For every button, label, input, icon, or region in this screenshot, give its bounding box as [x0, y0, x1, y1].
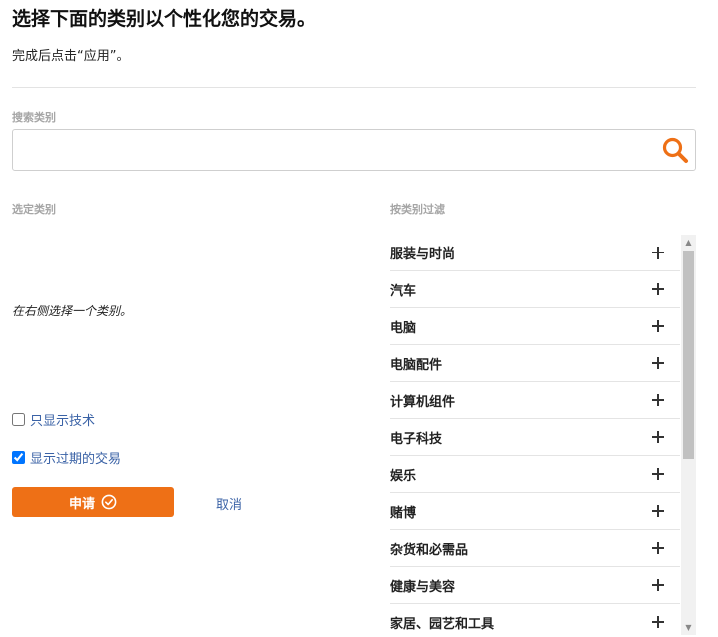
plus-icon[interactable] — [652, 431, 664, 443]
category-item-health-beauty[interactable]: 健康与美容 — [390, 567, 680, 604]
category-item-gambling[interactable]: 赌博 — [390, 493, 680, 530]
category-label: 杂货和必需品 — [390, 542, 469, 558]
category-item-computer-components[interactable]: 计算机组件 — [390, 382, 680, 419]
check-circle-icon — [101, 494, 117, 510]
apply-button-label: 申请 — [68, 496, 95, 512]
scroll-down-icon[interactable]: ▼ — [681, 620, 696, 635]
page-subtitle: 完成后点击“应用”。 — [12, 49, 130, 64]
category-label: 服装与时尚 — [390, 247, 456, 262]
plus-icon[interactable] — [652, 320, 664, 332]
page-title: 选择下面的类别以个性化您的交易。 — [12, 8, 317, 30]
plus-icon[interactable] — [652, 542, 664, 554]
selected-empty-message: 在右侧选择一个类别。 — [12, 304, 133, 318]
tech-only-option[interactable]: 只显示技术 — [12, 410, 95, 429]
plus-icon[interactable] — [652, 505, 664, 517]
cancel-button[interactable]: 取消 — [216, 494, 242, 513]
category-label: 娱乐 — [390, 468, 417, 484]
scroll-up-icon[interactable]: ▲ — [681, 235, 696, 250]
apply-button[interactable]: 申请 — [12, 487, 174, 517]
plus-icon[interactable] — [652, 246, 664, 259]
category-label: 电脑 — [390, 320, 417, 336]
selected-categories-label: 选定类别 — [12, 203, 56, 216]
category-item-automotive[interactable]: 汽车 — [390, 271, 680, 308]
category-label: 健康与美容 — [390, 579, 456, 595]
search-input[interactable] — [13, 130, 653, 170]
category-list: 服装与时尚 汽车 电脑 电脑配件 计算机组件 电子科技 娱乐 赌博 杂货和必需品… — [390, 235, 680, 637]
category-item-electronics[interactable]: 电子科技 — [390, 419, 680, 456]
category-label: 家居、园艺和工具 — [390, 616, 495, 632]
category-label: 电脑配件 — [390, 357, 443, 373]
plus-icon[interactable] — [652, 357, 664, 369]
search-icon[interactable] — [661, 136, 689, 164]
scrollbar-thumb[interactable] — [683, 251, 694, 459]
show-expired-label[interactable]: 显示过期的交易 — [30, 448, 121, 467]
category-list-scrollbar[interactable]: ▲ ▼ — [681, 235, 696, 635]
tech-only-checkbox[interactable] — [12, 412, 25, 426]
show-expired-checkbox[interactable] — [12, 450, 25, 464]
tech-only-label[interactable]: 只显示技术 — [30, 410, 95, 429]
show-expired-option[interactable]: 显示过期的交易 — [12, 448, 121, 467]
plus-icon[interactable] — [652, 468, 664, 480]
search-label: 搜索类别 — [12, 111, 56, 124]
category-item-entertainment[interactable]: 娱乐 — [390, 456, 680, 493]
category-item-groceries[interactable]: 杂货和必需品 — [390, 530, 680, 567]
plus-icon[interactable] — [652, 616, 664, 628]
header-divider — [12, 87, 696, 88]
category-item-computer-accessories[interactable]: 电脑配件 — [390, 345, 680, 382]
category-label: 汽车 — [390, 283, 417, 299]
category-label: 电子科技 — [390, 431, 443, 447]
category-item-home-garden-tools[interactable]: 家居、园艺和工具 — [390, 604, 680, 637]
search-box — [12, 129, 696, 171]
category-label: 赌博 — [390, 505, 417, 521]
category-label: 计算机组件 — [390, 394, 456, 410]
plus-icon[interactable] — [652, 579, 664, 591]
filter-by-category-label: 按类别过滤 — [390, 203, 445, 216]
plus-icon[interactable] — [652, 394, 664, 406]
plus-icon[interactable] — [652, 283, 664, 295]
category-item-computers[interactable]: 电脑 — [390, 308, 680, 345]
category-item-fashion[interactable]: 服装与时尚 — [390, 235, 680, 271]
